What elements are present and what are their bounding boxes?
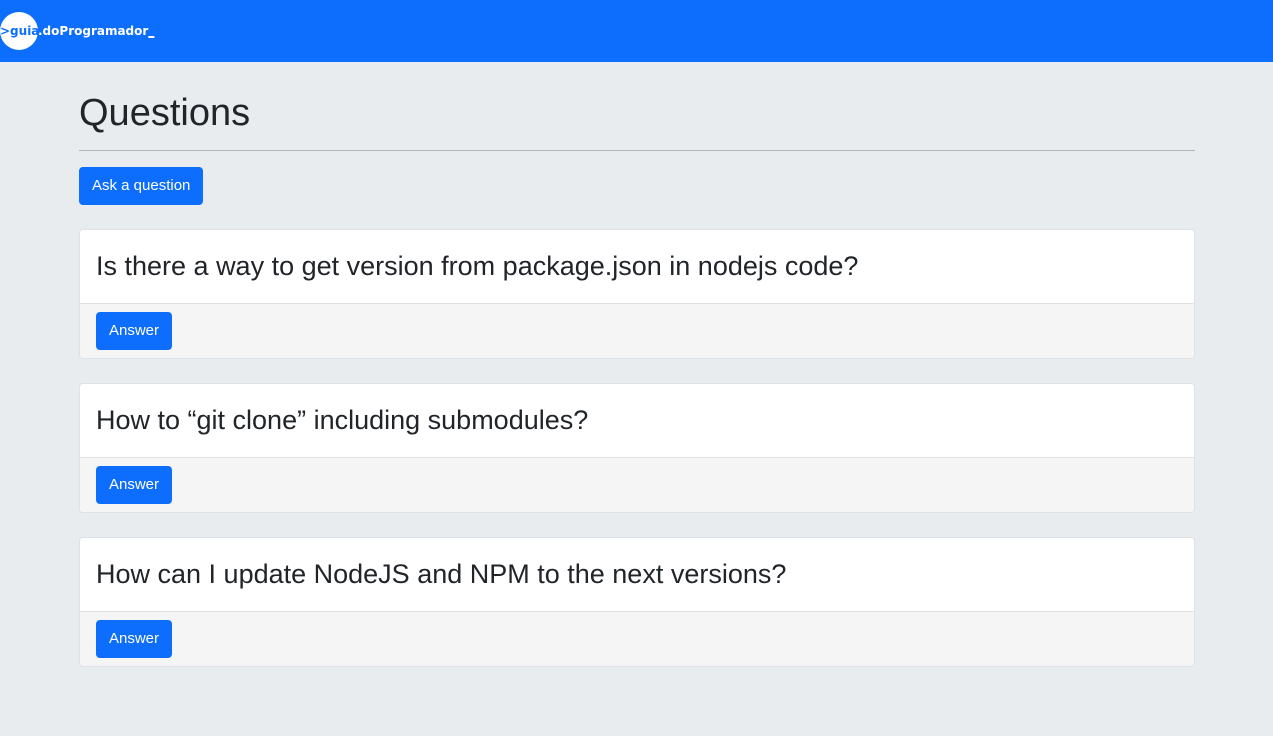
brand-prefix: >guia — [0, 24, 40, 38]
answer-button[interactable]: Answer — [96, 312, 173, 350]
brand-logo-link[interactable]: >guia .doProgramador_ — [0, 12, 154, 50]
ask-question-button[interactable]: Ask a question — [79, 167, 204, 205]
brand-cursor: _ — [148, 24, 155, 38]
page-title: Questions — [79, 92, 251, 134]
answer-button[interactable]: Answer — [96, 620, 173, 658]
question-title: Is there a way to get version from packa… — [96, 251, 859, 281]
brand-rest: .doProgramador — [38, 24, 149, 38]
question-title: How to “git clone” including submodules? — [96, 405, 589, 435]
main-content: Questions Ask a question Is there a way … — [79, 62, 1195, 691]
question-card-body: Is there a way to get version from packa… — [80, 230, 1194, 303]
question-card-body: How can I update NodeJS and NPM to the n… — [80, 538, 1194, 611]
question-card-footer: Answer — [80, 457, 1194, 512]
question-card: How to “git clone” including submodules?… — [79, 383, 1195, 513]
answer-button[interactable]: Answer — [96, 466, 173, 504]
question-card-body: How to “git clone” including submodules? — [80, 384, 1194, 457]
brand-name: .doProgramador_ — [38, 24, 154, 38]
question-title: How can I update NodeJS and NPM to the n… — [96, 559, 787, 589]
question-card: How can I update NodeJS and NPM to the n… — [79, 537, 1195, 667]
brand-logo-circle: >guia — [0, 12, 40, 50]
question-card-footer: Answer — [80, 303, 1194, 358]
question-card-footer: Answer — [80, 611, 1194, 666]
navbar: >guia .doProgramador_ — [0, 0, 1273, 62]
title-divider — [79, 150, 1195, 151]
question-card: Is there a way to get version from packa… — [79, 229, 1195, 359]
